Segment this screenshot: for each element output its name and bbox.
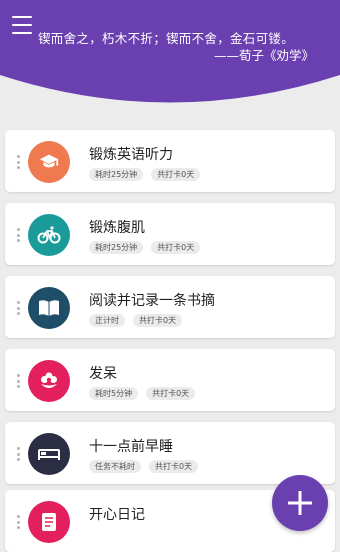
duration-badge: 耗时25分钟: [89, 168, 144, 181]
duration-badge: 正计时: [89, 314, 125, 327]
diary-icon: [28, 501, 70, 543]
duration-badge: 任务不耗时: [89, 460, 141, 473]
checkin-count-badge: 共打卡0天: [151, 241, 201, 254]
bed-icon: [28, 433, 70, 475]
task-title: 锻炼英语听力: [89, 147, 173, 163]
motto-author: ——荀子《劝学》: [213, 48, 314, 63]
task-card[interactable]: 阅读并记录一条书摘 正计时 共打卡0天: [5, 276, 335, 338]
book-icon: [28, 287, 70, 329]
task-title: 开心日记: [89, 507, 145, 523]
add-task-button[interactable]: [272, 475, 328, 531]
drag-handle-icon[interactable]: [17, 301, 21, 315]
task-title: 十一点前早睡: [89, 439, 173, 455]
drag-handle-icon[interactable]: [17, 155, 21, 169]
bicycle-icon: [28, 214, 70, 256]
checkin-count-badge: 共打卡0天: [149, 460, 199, 473]
checkin-count-badge: 共打卡0天: [151, 168, 201, 181]
drag-handle-icon[interactable]: [17, 447, 21, 461]
duration-badge: 耗时25分钟: [89, 241, 144, 254]
duration-badge: 耗时5分钟: [89, 387, 139, 400]
task-title: 锻炼腹肌: [89, 220, 145, 236]
flower-icon: [28, 360, 70, 402]
drag-handle-icon[interactable]: [17, 515, 21, 529]
task-title: 发呆: [89, 366, 117, 382]
drag-handle-icon[interactable]: [17, 374, 21, 388]
task-title: 阅读并记录一条书摘: [89, 293, 215, 309]
task-card[interactable]: 锻炼腹肌 耗时25分钟 共打卡0天: [5, 203, 335, 265]
add-icon: [288, 491, 312, 515]
task-card[interactable]: 发呆 耗时5分钟 共打卡0天: [5, 349, 335, 411]
checkin-count-badge: 共打卡0天: [133, 314, 183, 327]
menu-icon[interactable]: [12, 16, 32, 34]
graduation-cap-icon: [28, 141, 70, 183]
drag-handle-icon[interactable]: [17, 228, 21, 242]
task-card[interactable]: 锻炼英语听力 耗时25分钟 共打卡0天: [5, 130, 335, 192]
checkin-count-badge: 共打卡0天: [146, 387, 196, 400]
